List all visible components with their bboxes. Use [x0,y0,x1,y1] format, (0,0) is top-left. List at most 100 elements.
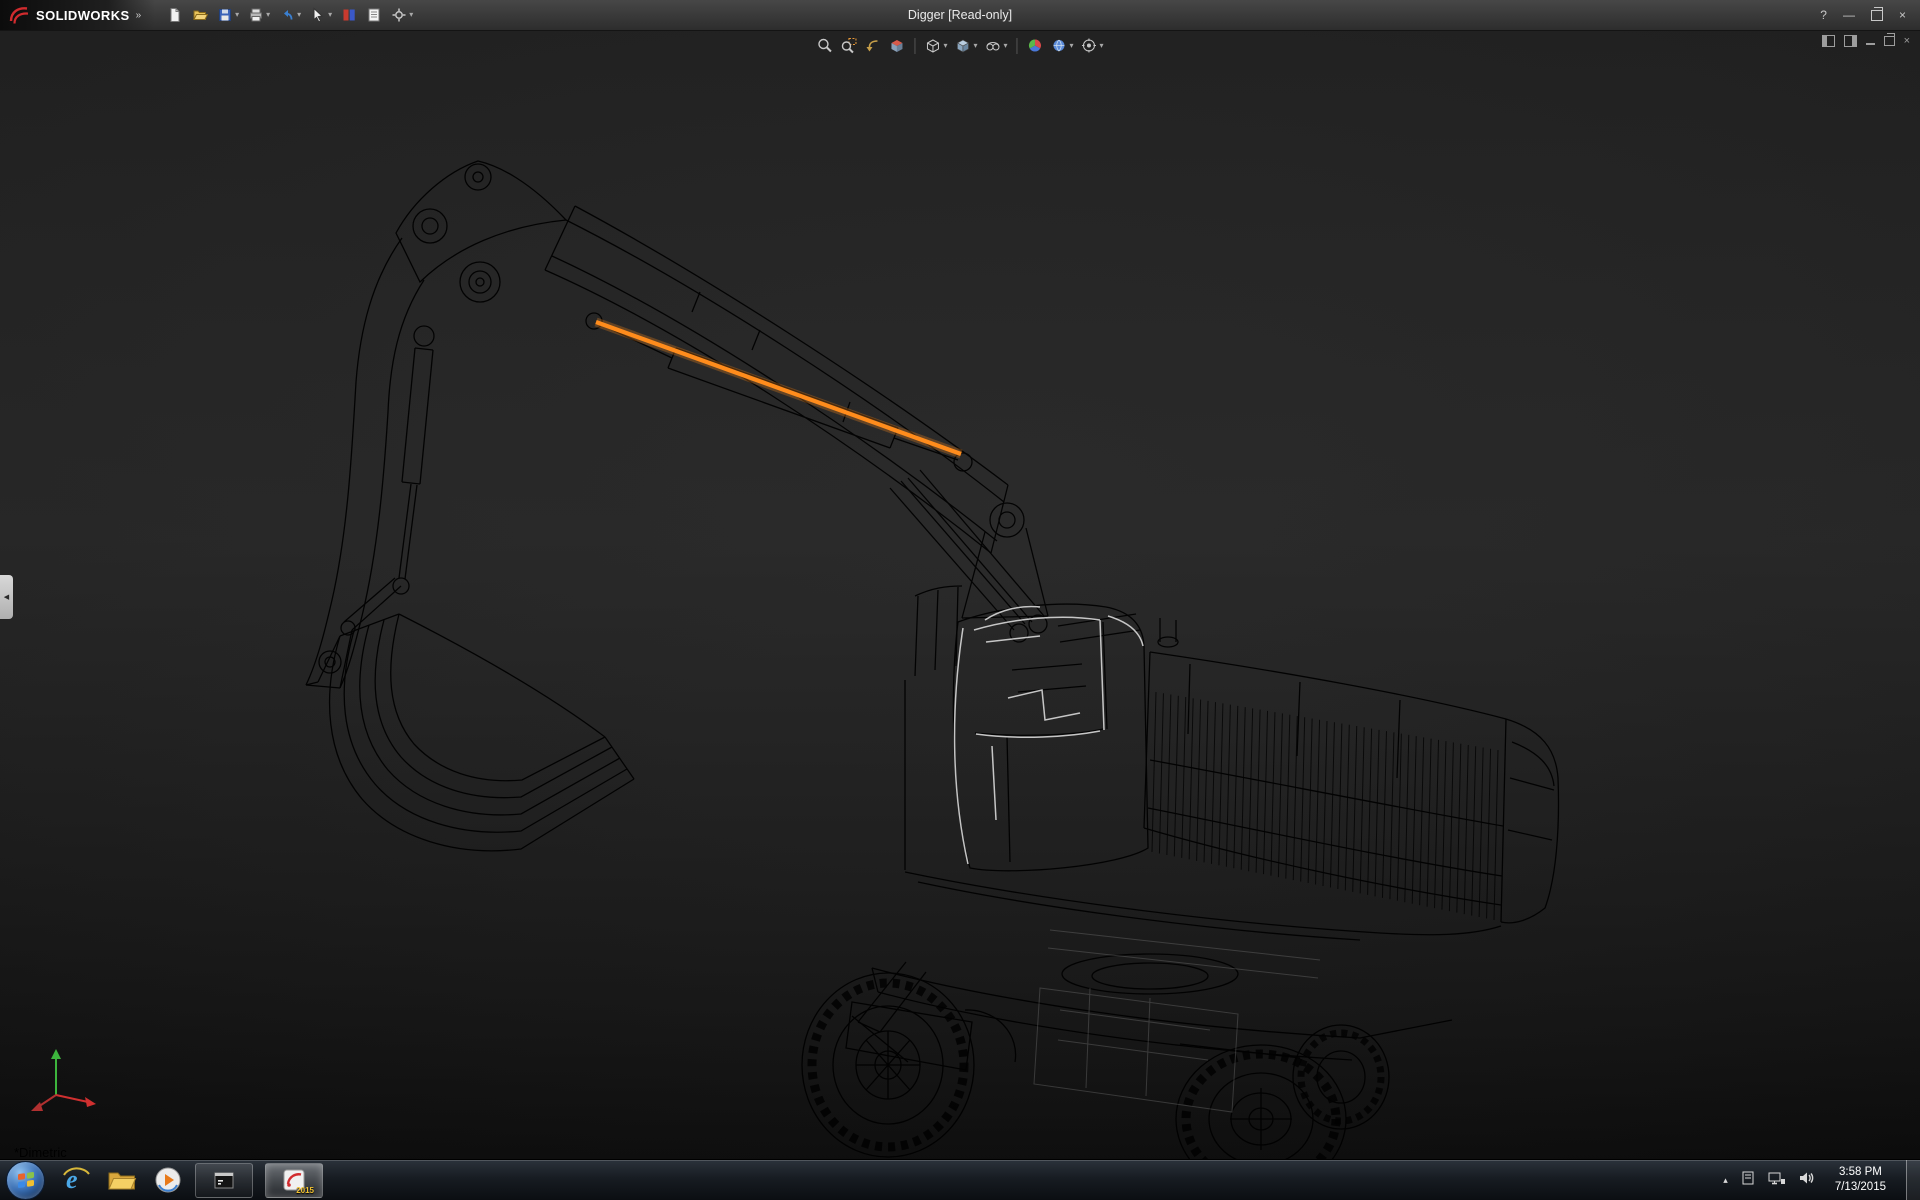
minimize-button[interactable]: — [1843,9,1855,21]
clock-time: 3:58 PM [1835,1165,1886,1180]
pane-right-icon[interactable] [1844,35,1857,47]
options-dropdown-icon[interactable]: ▾ [409,11,413,19]
internet-explorer-button[interactable]: e [61,1165,91,1195]
network-tray-button[interactable] [1768,1170,1786,1191]
windows-taskbar: e [0,1159,1920,1200]
display-style-button[interactable]: ▾ [952,35,979,56]
view-orientation-label: *Dimetric [14,1145,67,1160]
select-dropdown-icon[interactable]: ▾ [328,11,332,19]
save-dropdown-icon[interactable]: ▾ [235,11,239,19]
document-window-controls: × [1822,35,1910,47]
selected-edge[interactable] [596,322,961,454]
tray-expand-icon[interactable]: ▴ [1723,1175,1728,1186]
start-button[interactable] [6,1161,45,1200]
triad-axes-icon [22,1041,106,1113]
volume-tray-button[interactable] [1798,1170,1815,1191]
pinned-taskbar-icons: e [61,1165,183,1195]
zoom-to-fit-button[interactable] [814,35,835,56]
restore-button[interactable] [1871,10,1883,21]
folder-icon [107,1168,137,1192]
model-wireframe[interactable] [0,30,1920,1160]
select-button[interactable]: ▾ [308,5,334,25]
volume-icon [1798,1170,1815,1186]
menu-expand-icon[interactable]: » [136,10,142,21]
edit-appearance-icon [1027,37,1044,54]
display-style-dropdown-icon[interactable]: ▾ [973,42,977,50]
graphics-area[interactable] [0,30,1920,1160]
hidden-geometry [1034,930,1320,1112]
hide-show-dropdown-icon[interactable]: ▾ [1003,42,1007,50]
rebuild-button[interactable] [339,5,359,25]
select-cursor-icon [310,7,326,23]
print-button[interactable]: ▾ [246,5,272,25]
section-view-button[interactable] [886,35,907,56]
titlebar: SOLIDWORKS » ▾ [0,0,1920,31]
brand-name: SOLIDWORKS [36,8,130,23]
file-properties-button[interactable] [364,5,384,25]
undo-button[interactable]: ▾ [277,5,303,25]
system-tray: ▴ 3:58 PM 7/13/2015 [1723,1160,1920,1200]
open-folder-icon [192,7,208,23]
toolbar-separator [914,38,915,54]
view-orientation-button[interactable]: ▾ [922,35,949,56]
hide-show-items-button[interactable]: ▾ [982,35,1009,56]
internet-explorer-icon: e [61,1165,91,1195]
window-controls: ? — × [1820,9,1920,21]
close-button[interactable]: × [1899,9,1906,21]
print-dropdown-icon[interactable]: ▾ [266,11,270,19]
network-icon [1768,1170,1786,1186]
standard-toolbar: ▾ ▾ ▾ ▾ [155,5,425,25]
excavator-wireframe [306,161,1558,1160]
section-view-icon [888,37,905,54]
panel-collapse-icon: ◀ [4,593,9,601]
print-icon [248,7,264,23]
windows-explorer-button[interactable] [107,1165,137,1195]
edit-appearance-button[interactable] [1025,35,1046,56]
media-player-button[interactable] [153,1165,183,1195]
zoom-to-fit-icon [816,37,833,54]
command-prompt-taskbar-button[interactable] [195,1163,253,1198]
headsup-view-toolbar: ▾ ▾ ▾ [814,35,1105,56]
undo-dropdown-icon[interactable]: ▾ [297,11,301,19]
solidworks-menu[interactable]: SOLIDWORKS » [0,0,155,30]
view-orientation-dropdown-icon[interactable]: ▾ [943,42,947,50]
graphics-viewport[interactable]: ▾ ▾ ▾ [0,30,1920,1160]
zoom-to-area-icon [840,37,857,54]
display-style-icon [954,37,971,54]
engine-louvers [1152,692,1498,920]
show-desktop-button[interactable] [1906,1160,1920,1200]
document-restore-button[interactable] [1884,36,1895,46]
hide-show-items-icon [984,37,1001,54]
document-close-button[interactable]: × [1904,36,1910,47]
new-document-button[interactable] [165,5,185,25]
options-button[interactable]: ▾ [389,5,415,25]
previous-view-icon [864,37,881,54]
view-settings-dropdown-icon[interactable]: ▾ [1100,42,1104,50]
apply-scene-dropdown-icon[interactable]: ▾ [1070,42,1074,50]
apply-scene-icon [1051,37,1068,54]
new-document-icon [167,7,183,23]
previous-view-button[interactable] [862,35,883,56]
zoom-to-area-button[interactable] [838,35,859,56]
view-orientation-icon [924,37,941,54]
view-settings-button[interactable]: ▾ [1079,35,1106,56]
help-button[interactable]: ? [1820,9,1827,21]
undo-icon [279,7,295,23]
command-prompt-icon [214,1172,234,1189]
document-minimize-button[interactable] [1866,37,1875,45]
solidworks-logo-icon [8,5,30,25]
document-title: Digger [Read-only] [908,0,1012,30]
save-icon [217,7,233,23]
file-properties-icon [366,7,382,23]
options-gear-icon [391,7,407,23]
taskbar-clock[interactable]: 3:58 PM 7/13/2015 [1827,1165,1894,1195]
open-button[interactable] [190,5,210,25]
save-button[interactable]: ▾ [215,5,241,25]
media-player-icon [154,1166,182,1194]
tray-app-button[interactable] [1740,1170,1756,1191]
reference-triad [22,1041,106,1118]
apply-scene-button[interactable]: ▾ [1049,35,1076,56]
pane-left-icon[interactable] [1822,35,1835,47]
solidworks-taskbar-button[interactable]: 2015 [265,1163,323,1198]
featuremanager-collapse-tab[interactable]: ◀ [0,575,13,619]
